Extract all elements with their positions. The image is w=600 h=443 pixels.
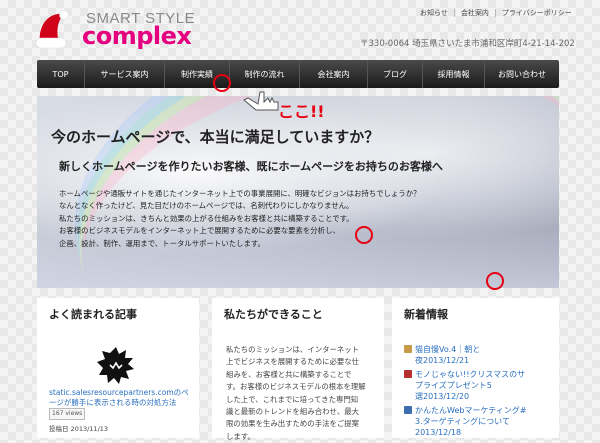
services-body: 私たちのミッションは、インターネット 上でビジネスを展開するために必要な仕 組み… [226,344,366,443]
hero-banner: 今のホームページで、本当に満足していますか？ 新しくホームページを作りたいお客様… [37,96,559,288]
services-widget: 私たちができること 私たちのミッションは、インターネット 上でビジネスを展開する… [212,298,384,441]
koko-callout: ここ!! [278,102,325,121]
nav-contact[interactable]: お問い合わせ [485,60,559,88]
red-circle-mark [213,74,231,92]
news-link[interactable]: 猫自慢Vo.4｜朝と 夜2013/12/21 [415,344,480,366]
hero-title: 今のホームページで、本当に満足していますか？ [51,128,380,146]
view-count-badge: 167 views [49,408,86,420]
top-link-news[interactable]: お知らせ [414,9,454,17]
services-title: 私たちができること [224,308,323,321]
nav-top[interactable]: TOP [37,60,85,88]
top-link-privacy[interactable]: プライバシーポリシー [494,9,578,17]
hero-subtitle: 新しくホームページを作りたいお客様、既にホームページをお持ちのお客様へ [59,160,443,173]
logo-complex: complex [82,22,192,50]
nav-company[interactable]: 会社案内 [300,60,368,88]
services-body-line: した上で、これまでに培ってきた専門知 [226,394,359,404]
site-logo[interactable]: SMART STYLE complex [30,6,195,60]
services-body-line: 組みを、お客様と共に構築することで [226,369,352,379]
news-title: 新着情報 [404,308,448,321]
services-body-line: 私たちのミッションは、インターネット [226,345,360,354]
hero-body-line: 私たちのミッションは、きちんと効果の上がる仕組みをお客様と共に構築することです。 [59,213,354,223]
top-links: お知らせ 会社案内 プライバシーポリシー [414,8,578,18]
popular-post-link[interactable]: static.salesresourcepartners.comのページが勝手に… [49,388,194,420]
nav-flow[interactable]: 制作の流れ [230,60,300,88]
nav-services[interactable]: サービス案内 [85,60,165,88]
services-body-line: します。 [226,431,255,441]
red-circle-mark [486,272,504,290]
top-link-company[interactable]: 会社案内 [453,9,495,17]
news-link[interactable]: モノじゃない!!クリスマスのサ プライズプレゼント5 選2013/12/20 [415,369,525,402]
news-thumbnail-icon [404,345,412,353]
santa-hat-icon [35,10,69,49]
nav-blog[interactable]: ブログ [368,60,423,88]
main-nav: TOP サービス案内 制作実績 制作の流れ 会社案内 ブログ 採用情報 お問い合… [37,60,559,88]
news-widget: 新着情報 猫自慢Vo.4｜朝と 夜2013/12/21 モノじゃない!!クリスマス… [392,298,559,438]
news-thumbnail-icon [404,406,412,414]
popular-post-title[interactable]: static.salesresourcepartners.comのページが勝手に… [49,388,189,407]
popular-posts-widget: よく読まれる記事 static.salesresourcepartners.co… [37,298,199,438]
red-circle-mark [355,226,373,244]
starburst-thumbnail-icon[interactable] [97,346,135,384]
news-item[interactable]: モノじゃない!!クリスマスのサ プライズプレゼント5 選2013/12/20 [404,369,554,402]
post-date: 投稿日 2013/11/13 [49,425,109,433]
news-link[interactable]: かんたんWebマーケティング# 3.ターゲティングについて2013/12/18 [415,405,554,438]
hero-body-line: なんとなく作ったけど、見た目だけのホームページでは、名刺代わりにしかなりません。 [59,201,354,211]
services-body-line: 限の効果を生み出すための手法をご提案 [226,419,360,429]
services-body-line: 上でビジネスを展開するために必要な仕 [226,357,360,367]
pointing-hand-icon [243,91,279,111]
popular-posts-title: よく読まれる記事 [49,308,137,321]
services-body-line: す。お客様のビジネスモデルの根本を理解 [226,382,366,392]
news-list: 猫自慢Vo.4｜朝と 夜2013/12/21 モノじゃない!!クリスマスのサ プライ… [404,344,554,441]
company-address: 〒330-0064 埼玉県さいたま市浦和区岸町4-21-14-202 [360,39,575,49]
hero-body-line: ホームページや通販サイトを通じたインターネット上での事業展開に、明確なビジョンは… [59,189,421,198]
news-thumbnail-icon [404,370,412,378]
services-body-line: 識と最新のトレンドを組み合わせ、最大 [226,407,360,417]
news-item[interactable]: かんたんWebマーケティング# 3.ターゲティングについて2013/12/18 [404,405,554,438]
nav-recruit[interactable]: 採用情報 [423,60,485,88]
news-item[interactable]: 猫自慢Vo.4｜朝と 夜2013/12/21 [404,344,554,366]
